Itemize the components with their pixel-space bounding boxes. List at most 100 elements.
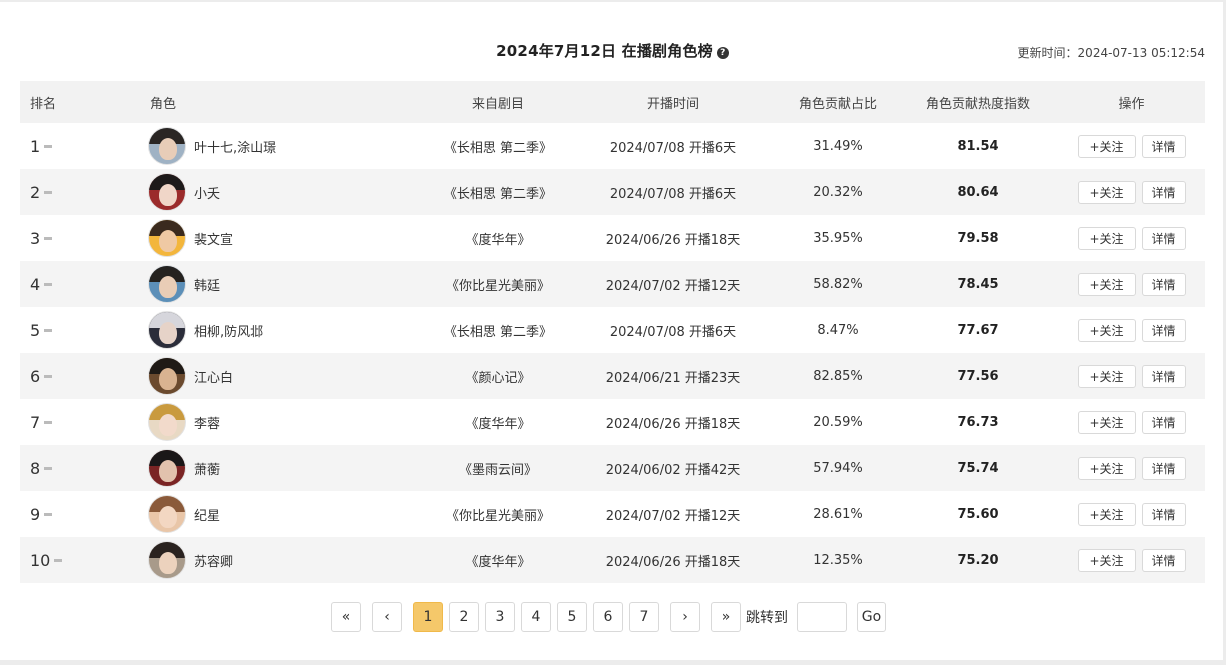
avatar (148, 357, 186, 395)
rank-number: 10 (30, 550, 51, 570)
detail-button[interactable]: 详情 (1141, 318, 1186, 342)
avatar (148, 495, 186, 533)
ops-cell: +关注 详情 (1058, 180, 1205, 204)
drama-cell: 《颜心记》 (465, 370, 531, 386)
chevron-left-icon[interactable]: ‹ (372, 602, 402, 632)
drama-cell: 《度华年》 (465, 416, 531, 432)
col-rank: 排名 (30, 96, 57, 112)
follow-button[interactable]: +关注 (1077, 272, 1136, 296)
col-ops: 操作 (1118, 96, 1145, 112)
detail-button[interactable]: 详情 (1141, 272, 1186, 296)
start-date-cell: 2024/07/08 开播6天 (609, 186, 737, 202)
role-name: 裴文宣 (194, 232, 234, 248)
role-cell: 裴文宣 (148, 219, 428, 257)
ops-cell: +关注 详情 (1058, 364, 1205, 388)
detail-button[interactable]: 详情 (1141, 410, 1186, 434)
follow-button[interactable]: +关注 (1077, 226, 1136, 250)
role-name: 纪星 (194, 508, 221, 524)
page-button-3[interactable]: 3 (485, 602, 515, 632)
detail-button[interactable]: 详情 (1141, 226, 1186, 250)
ops-cell: +关注 详情 (1058, 318, 1205, 342)
rank-unchanged-icon (54, 558, 63, 562)
share-cell: 57.94% (813, 460, 863, 476)
start-date-cell: 2024/06/26 开播18天 (605, 554, 741, 570)
table-row: 9 纪星 《你比星光美丽》 2024/07/02 开播12天 28.61% 75.60 +关… (20, 491, 1205, 537)
avatar (148, 403, 186, 441)
start-date-cell: 2024/07/08 开播6天 (609, 324, 737, 340)
detail-button[interactable]: 详情 (1141, 134, 1186, 158)
follow-button[interactable]: +关注 (1077, 180, 1136, 204)
heat-cell: 75.60 (957, 506, 999, 522)
role-name: 韩廷 (194, 278, 221, 294)
update-time: 更新时间：2024-07-13 05:12:54 (1018, 44, 1205, 61)
rank-unchanged-icon (44, 282, 53, 286)
rank-cell: 9 (20, 505, 148, 524)
drama-cell: 《你比星光美丽》 (445, 508, 550, 524)
follow-button[interactable]: +关注 (1077, 456, 1136, 480)
start-date-cell: 2024/06/21 开播23天 (605, 370, 741, 386)
follow-button[interactable]: +关注 (1077, 548, 1136, 572)
detail-button[interactable]: 详情 (1141, 502, 1186, 526)
col-start-date: 开播时间 (646, 96, 699, 112)
detail-button[interactable]: 详情 (1141, 548, 1186, 572)
rank-cell: 4 (20, 275, 148, 294)
heat-cell: 75.74 (957, 460, 999, 476)
role-name: 苏容卿 (194, 554, 234, 570)
avatar (148, 219, 186, 257)
role-cell: 萧蘅 (148, 449, 428, 487)
jump-page-input[interactable] (797, 602, 847, 632)
share-cell: 82.85% (813, 368, 863, 384)
ops-cell: +关注 详情 (1058, 134, 1205, 158)
rank-number: 9 (30, 504, 41, 524)
rank-unchanged-icon (44, 420, 53, 424)
share-cell: 31.49% (813, 138, 863, 154)
ops-cell: +关注 详情 (1058, 548, 1205, 572)
go-button[interactable]: Go (857, 602, 886, 632)
bottom-border (0, 660, 1226, 665)
double-chevron-left-icon[interactable]: « (331, 602, 361, 632)
table-header: 排名 角色 来自剧目 开播时间 角色贡献占比 角色贡献热度指数 操作 (20, 81, 1205, 123)
detail-button[interactable]: 详情 (1141, 180, 1186, 204)
rank-number: 8 (30, 458, 41, 478)
rank-number: 6 (30, 366, 41, 386)
avatar (148, 127, 186, 165)
avatar (148, 311, 186, 349)
role-cell: 纪星 (148, 495, 428, 533)
table-row: 1 叶十七,涂山璟 《长相思 第二季》 2024/07/08 开播6天 31.49% 81… (20, 123, 1205, 169)
drama-cell: 《墨雨云间》 (458, 462, 537, 478)
start-date-cell: 2024/06/26 开播18天 (605, 232, 741, 248)
detail-button[interactable]: 详情 (1141, 364, 1186, 388)
follow-button[interactable]: +关注 (1077, 502, 1136, 526)
page-button-2[interactable]: 2 (449, 602, 479, 632)
follow-button[interactable]: +关注 (1077, 318, 1136, 342)
follow-button[interactable]: +关注 (1077, 410, 1136, 434)
table-row: 2 小夭 《长相思 第二季》 2024/07/08 开播6天 20.32% 80.64 +关… (20, 169, 1205, 215)
page-button-7[interactable]: 7 (629, 602, 659, 632)
drama-cell: 《长相思 第二季》 (443, 140, 553, 156)
avatar (148, 265, 186, 303)
chevron-right-icon[interactable]: › (670, 602, 700, 632)
follow-button[interactable]: +关注 (1077, 134, 1136, 158)
double-chevron-right-icon[interactable]: » (711, 602, 741, 632)
rank-cell: 8 (20, 459, 148, 478)
drama-cell: 《你比星光美丽》 (445, 278, 550, 294)
col-role: 角色 (150, 96, 177, 112)
start-date-cell: 2024/06/26 开播18天 (605, 416, 741, 432)
title-text: 2024年7月12日 在播剧角色榜 (496, 42, 713, 60)
rank-unchanged-icon (44, 144, 53, 148)
question-circle-icon[interactable]: ? (716, 47, 729, 59)
rank-cell: 5 (20, 321, 148, 340)
follow-button[interactable]: +关注 (1077, 364, 1136, 388)
table-row: 8 萧蘅 《墨雨云间》 2024/06/02 开播42天 57.94% 75.74 +关注详… (20, 445, 1205, 491)
heat-cell: 77.56 (957, 368, 999, 384)
role-cell: 江心白 (148, 357, 428, 395)
page-button-4[interactable]: 4 (521, 602, 551, 632)
page-button-5[interactable]: 5 (557, 602, 587, 632)
share-cell: 58.82% (813, 276, 863, 292)
ops-cell: +关注 详情 (1058, 272, 1205, 296)
page-button-1[interactable]: 1 (413, 602, 443, 632)
ops-cell: +关注 详情 (1058, 456, 1205, 480)
share-cell: 20.59% (813, 414, 863, 430)
detail-button[interactable]: 详情 (1141, 456, 1186, 480)
page-button-6[interactable]: 6 (593, 602, 623, 632)
